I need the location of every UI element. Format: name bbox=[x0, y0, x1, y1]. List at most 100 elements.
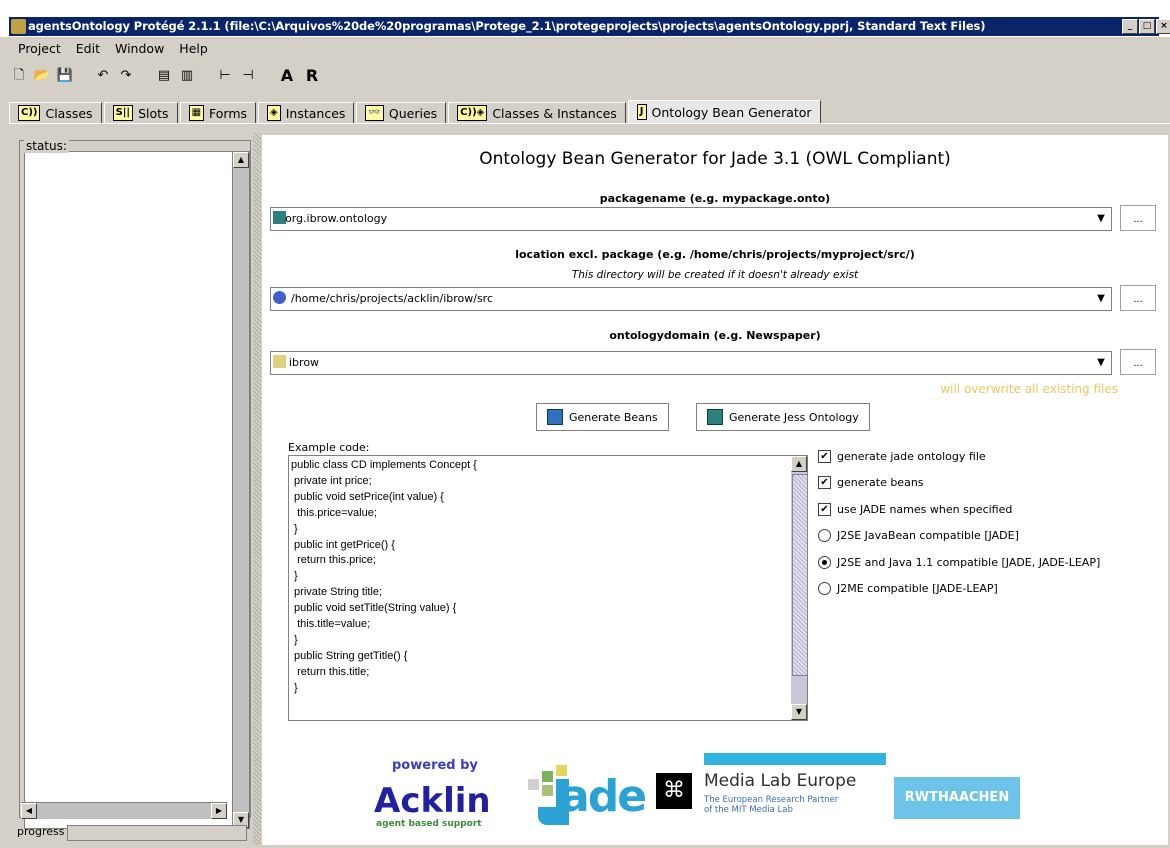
location-combo[interactable]: /home/chris/projects/acklin/ibrow/src ▼ bbox=[270, 287, 1112, 311]
radio-button[interactable] bbox=[818, 555, 831, 569]
menu-edit[interactable]: Edit bbox=[67, 38, 106, 60]
code-vertical-scrollbar[interactable]: ▲ ▼ bbox=[791, 456, 808, 720]
option-generate-jade-ontology[interactable]: ✔ generate jade ontology file bbox=[818, 443, 1100, 470]
protege-app-icon bbox=[11, 19, 26, 34]
status-list[interactable]: ▲ ▼ bbox=[24, 151, 250, 829]
checkbox[interactable]: ✔ bbox=[818, 449, 831, 463]
scroll-up-icon[interactable]: ▲ bbox=[233, 152, 249, 168]
radio-button[interactable] bbox=[818, 529, 831, 543]
minimize-button[interactable]: _ bbox=[1122, 19, 1138, 34]
option-label: J2ME compatible [JADE-LEAP] bbox=[837, 582, 998, 596]
forms-icon: ▦ bbox=[188, 105, 205, 121]
domain-combo[interactable]: ibrow ▼ bbox=[270, 351, 1112, 375]
dropdown-arrow-icon[interactable]: ▼ bbox=[1091, 288, 1111, 310]
powered-by-text: powered by bbox=[392, 758, 478, 773]
close-button[interactable]: × bbox=[1156, 19, 1170, 34]
tab-queries[interactable]: 👓 Queries bbox=[356, 102, 447, 123]
new-project-icon[interactable]: 🗋 bbox=[9, 66, 29, 86]
scroll-thumb[interactable] bbox=[792, 474, 808, 676]
option-j2se-javabean[interactable]: J2SE JavaBean compatible [JADE] bbox=[818, 523, 1100, 550]
package-label: packagename (e.g. mypackage.onto) bbox=[599, 192, 831, 205]
location-note: This directory will be created if it doe… bbox=[571, 269, 859, 281]
toolbar-separator bbox=[139, 66, 151, 86]
generate-beans-button[interactable]: Generate Beans bbox=[536, 403, 669, 431]
toolbar-r-button[interactable]: R bbox=[301, 66, 323, 86]
insert-icon[interactable]: ⊢ bbox=[215, 66, 235, 86]
classes-instances-icon: C))◈ bbox=[457, 105, 488, 121]
mle-subtitle-line: The European Research Partner bbox=[704, 795, 839, 805]
option-j2se-java11[interactable]: J2SE and Java 1.1 compatible [JADE, JADE… bbox=[818, 549, 1100, 576]
tab-label: Forms bbox=[209, 105, 248, 121]
open-project-icon[interactable]: 📂 bbox=[32, 66, 52, 86]
tab-label: Classes & Instances bbox=[492, 105, 617, 121]
scroll-left-icon[interactable]: ◀ bbox=[21, 803, 37, 819]
tab-forms[interactable]: ▦ Forms bbox=[179, 102, 257, 123]
location-browse-button[interactable]: ... bbox=[1120, 285, 1156, 311]
undo-icon[interactable]: ↶ bbox=[93, 66, 113, 86]
generate-jess-button[interactable]: Generate Jess Ontology bbox=[696, 403, 870, 431]
mle-emblem-icon: ⌘ bbox=[656, 773, 692, 809]
example-code-area[interactable]: public class CD implements Concept { pri… bbox=[288, 455, 808, 721]
package-combo[interactable]: org.ibrow.ontology ▼ bbox=[270, 207, 1112, 231]
bean-generator-icon: J bbox=[636, 104, 647, 120]
jade-square bbox=[542, 785, 553, 796]
location-label: location excl. package (e.g. /home/chris… bbox=[515, 248, 915, 261]
tab-classes-instances[interactable]: C))◈ Classes & Instances bbox=[448, 102, 626, 123]
menu-help[interactable]: Help bbox=[170, 38, 214, 60]
options-group: ✔ generate jade ontology file ✔ generate… bbox=[818, 443, 1100, 602]
maximize-button[interactable]: □ bbox=[1139, 19, 1155, 34]
checkbox[interactable]: ✔ bbox=[818, 476, 831, 490]
scroll-down-icon[interactable]: ▼ bbox=[791, 704, 807, 720]
checkbox[interactable]: ✔ bbox=[818, 502, 831, 516]
domain-browse-button[interactable]: ... bbox=[1120, 349, 1156, 375]
queries-icon: 👓 bbox=[365, 105, 384, 121]
delete-icon[interactable]: ▥ bbox=[177, 66, 197, 86]
tab-instances[interactable]: ◈ Instances bbox=[258, 102, 355, 123]
jade-square bbox=[538, 807, 556, 825]
rwth-aachen-logo: RWTHAACHEN bbox=[894, 777, 1020, 819]
tab-slots[interactable]: S|| Slots bbox=[103, 102, 178, 123]
domain-label: ontologydomain (e.g. Newspaper) bbox=[609, 329, 821, 342]
status-group: ▲ ▼ status: bbox=[19, 139, 251, 829]
dropdown-arrow-icon[interactable]: ▼ bbox=[1091, 352, 1111, 374]
option-j2me[interactable]: J2ME compatible [JADE-LEAP] bbox=[818, 576, 1100, 603]
menu-window[interactable]: Window bbox=[106, 38, 170, 60]
toolbar: 🗋 📂 💾 ↶ ↷ ▤ ▥ ⊢ ⊣ A R bbox=[9, 62, 326, 90]
window-controls: _ □ × bbox=[1122, 19, 1170, 34]
toolbar-a-button[interactable]: A bbox=[276, 66, 298, 86]
example-code-text: public class CD implements Concept { pri… bbox=[291, 459, 477, 694]
tab-divider bbox=[9, 123, 1170, 124]
option-generate-beans[interactable]: ✔ generate beans bbox=[818, 470, 1100, 497]
package-browse-button[interactable]: ... bbox=[1120, 205, 1156, 231]
remove-icon[interactable]: ⊣ bbox=[238, 66, 258, 86]
progress-bar bbox=[67, 825, 247, 841]
option-label: J2SE JavaBean compatible [JADE] bbox=[837, 529, 1019, 543]
tab-ontology-bean-generator[interactable]: J Ontology Bean Generator bbox=[627, 100, 821, 123]
copy-icon[interactable]: ▤ bbox=[154, 66, 174, 86]
instances-icon: ◈ bbox=[267, 105, 281, 121]
option-use-jade-names[interactable]: ✔ use JADE names when specified bbox=[818, 496, 1100, 523]
tab-label: Slots bbox=[138, 105, 169, 121]
option-label: use JADE names when specified bbox=[837, 502, 1013, 516]
jade-square bbox=[528, 779, 539, 790]
generate-beans-label: Generate Beans bbox=[569, 410, 658, 424]
package-value: org.ibrow.ontology bbox=[285, 212, 388, 225]
scroll-right-icon[interactable]: ▶ bbox=[211, 803, 227, 819]
status-vertical-scrollbar[interactable]: ▲ ▼ bbox=[232, 152, 249, 828]
status-horizontal-scrollbar[interactable]: ◀ ▶ bbox=[21, 802, 227, 819]
split-pane-divider[interactable] bbox=[253, 133, 261, 845]
tab-classes[interactable]: C)) Classes bbox=[9, 102, 102, 123]
radio-button[interactable] bbox=[818, 582, 831, 596]
toolbar-separator bbox=[200, 66, 212, 86]
example-code-label: Example code: bbox=[288, 441, 370, 454]
option-label: generate beans bbox=[837, 476, 924, 490]
dropdown-arrow-icon[interactable]: ▼ bbox=[1091, 208, 1111, 230]
scroll-up-icon[interactable]: ▲ bbox=[791, 456, 807, 472]
save-project-icon[interactable]: 💾 bbox=[55, 66, 75, 86]
classes-icon: C)) bbox=[18, 105, 41, 121]
menu-bar: Project Edit Window Help bbox=[9, 38, 214, 60]
window-title: agentsOntology Protégé 2.1.1 (file:\C:\A… bbox=[28, 19, 986, 33]
location-icon bbox=[273, 291, 286, 304]
redo-icon[interactable]: ↷ bbox=[116, 66, 136, 86]
menu-project[interactable]: Project bbox=[9, 38, 67, 60]
